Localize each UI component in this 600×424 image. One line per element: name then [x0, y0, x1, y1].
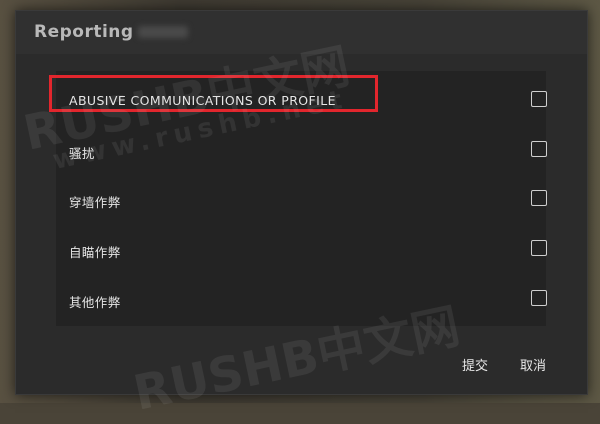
dialog-title: Reporting	[34, 22, 134, 42]
option-row-other-cheat[interactable]: 其他作弊	[69, 284, 547, 318]
option-checkbox-other-cheat[interactable]	[531, 290, 547, 306]
option-checkbox-aimbot[interactable]	[531, 240, 547, 256]
highlight-box	[49, 75, 378, 112]
option-checkbox-abusive[interactable]	[531, 91, 547, 107]
option-row-harassment[interactable]: 骚扰	[69, 135, 547, 169]
report-dialog: Reporting ABUSIVE COMMUNICATIONS OR PROF…	[15, 10, 588, 395]
cancel-button[interactable]: 取消	[520, 355, 546, 374]
option-checkbox-wallhack[interactable]	[531, 190, 547, 206]
option-checkbox-harassment[interactable]	[531, 141, 547, 157]
option-label-other-cheat: 其他作弊	[69, 295, 121, 310]
dialog-titlebar: Reporting	[16, 11, 587, 54]
option-label-aimbot: 自瞄作弊	[69, 245, 121, 260]
option-row-aimbot[interactable]: 自瞄作弊	[69, 234, 547, 268]
submit-button[interactable]: 提交	[462, 355, 488, 374]
option-label-harassment: 骚扰	[69, 146, 95, 161]
blurred-player-name	[138, 26, 188, 38]
option-row-wallhack[interactable]: 穿墙作弊	[69, 184, 547, 218]
option-label-wallhack: 穿墙作弊	[69, 195, 121, 210]
